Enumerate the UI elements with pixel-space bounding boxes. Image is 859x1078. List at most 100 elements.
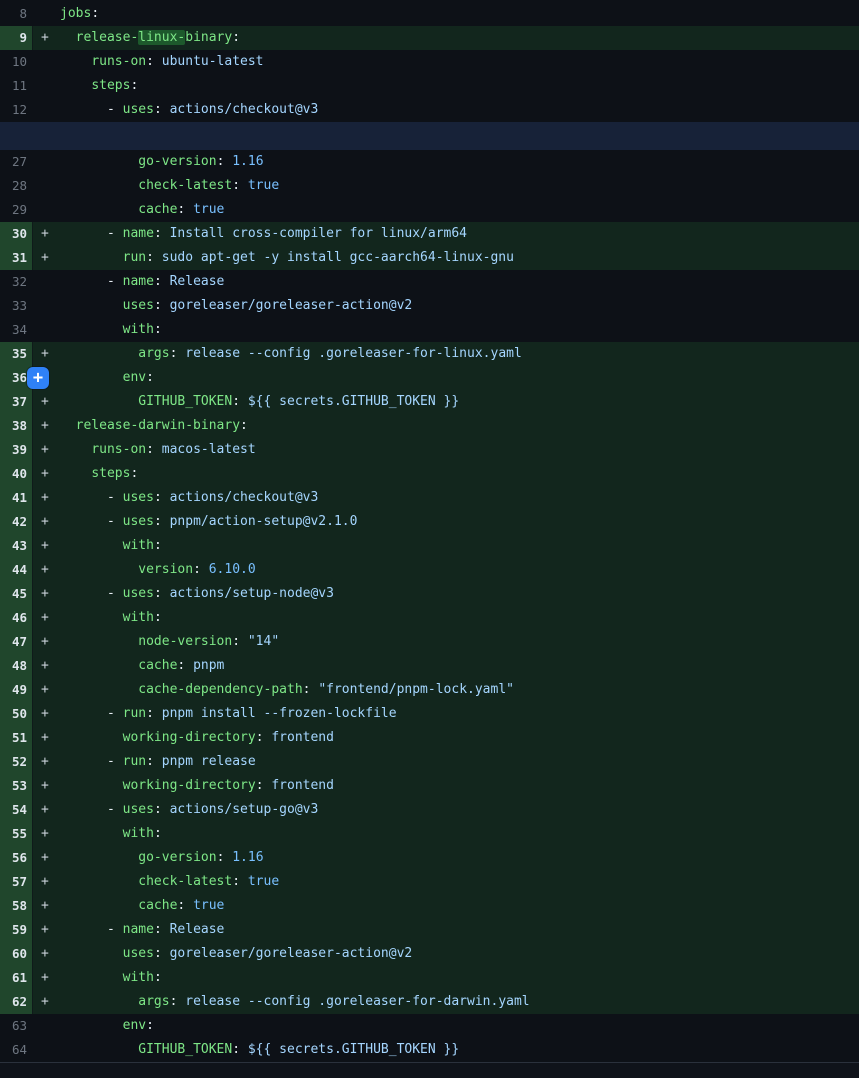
diff-line: 12 - uses: actions/checkout@v3 — [0, 98, 859, 122]
line-number[interactable]: 44 — [0, 558, 32, 582]
code-token: runs-on — [91, 442, 146, 457]
code-token: "14" — [248, 634, 279, 649]
line-number[interactable]: 34 — [0, 318, 32, 342]
line-number[interactable]: 59 — [0, 918, 32, 942]
code-token — [60, 394, 138, 409]
code-token: check-latest — [138, 178, 232, 193]
code-token: frontend — [271, 730, 334, 745]
line-number[interactable]: 51 — [0, 726, 32, 750]
diff-marker: + — [32, 726, 60, 750]
diff-line: 49 + cache-dependency-path: "frontend/pn… — [0, 678, 859, 702]
line-number[interactable]: 63 — [0, 1014, 32, 1038]
code-token — [60, 898, 138, 913]
code-text: check-latest: true — [60, 178, 279, 193]
code-token: : — [146, 754, 162, 769]
line-number[interactable]: 40 — [0, 462, 32, 486]
code-token: Release — [170, 922, 225, 937]
diff-line: 56 + go-version: 1.16 — [0, 846, 859, 870]
line-number[interactable]: 30 — [0, 222, 32, 246]
line-number[interactable]: 55 — [0, 822, 32, 846]
code-token: env — [123, 370, 146, 385]
line-number[interactable]: 64 — [0, 1038, 32, 1062]
code-token: cache — [138, 898, 177, 913]
line-number[interactable]: 60 — [0, 942, 32, 966]
line-number[interactable]: 58 — [0, 894, 32, 918]
line-number[interactable]: 39 — [0, 438, 32, 462]
line-number[interactable]: 54 — [0, 798, 32, 822]
code-token: : — [154, 538, 162, 553]
line-number[interactable]: 61 — [0, 966, 32, 990]
line-number[interactable]: 41 — [0, 486, 32, 510]
diff-marker: + — [32, 942, 60, 966]
code-line: + cache: pnpm — [32, 654, 859, 678]
code-token: uses — [123, 490, 154, 505]
line-number[interactable]: 42 — [0, 510, 32, 534]
code-token — [60, 850, 138, 865]
code-line: + with: — [32, 534, 859, 558]
diff-marker: + — [32, 558, 60, 582]
code-token: : — [232, 1042, 248, 1057]
line-number[interactable]: 56 — [0, 846, 32, 870]
code-token: 6.10.0 — [209, 562, 256, 577]
code-token: env — [123, 1018, 146, 1033]
line-number[interactable]: 31 — [0, 246, 32, 270]
code-text: args: release --config .goreleaser-for-l… — [60, 346, 522, 361]
code-text: - name: Release — [60, 922, 224, 937]
line-number[interactable]: 43 — [0, 534, 32, 558]
code-line: + cache: true — [32, 894, 859, 918]
line-number[interactable]: 27 — [0, 150, 32, 174]
code-text: with: — [60, 610, 162, 625]
diff-marker: + — [32, 678, 60, 702]
line-number[interactable]: 52 — [0, 750, 32, 774]
line-number[interactable]: 38 — [0, 414, 32, 438]
expand-hunk-row[interactable] — [0, 122, 859, 150]
code-token: release-darwin-binary — [76, 418, 240, 433]
code-token — [60, 78, 91, 93]
code-line: + args: release --config .goreleaser-for… — [32, 342, 859, 366]
line-number[interactable]: 49 — [0, 678, 32, 702]
code-token: : — [193, 562, 209, 577]
line-number[interactable]: 11 — [0, 74, 32, 98]
code-token: runs-on — [91, 54, 146, 69]
line-number[interactable]: 57 — [0, 870, 32, 894]
line-number[interactable]: 32 — [0, 270, 32, 294]
code-token — [60, 1018, 123, 1033]
diff-line: 37 + GITHUB_TOKEN: ${{ secrets.GITHUB_TO… — [0, 390, 859, 414]
diff-marker: + — [32, 390, 60, 414]
code-text: env: — [60, 1018, 154, 1033]
line-number[interactable]: 8 — [0, 2, 32, 26]
code-token: : — [130, 466, 138, 481]
line-number[interactable]: 46 — [0, 606, 32, 630]
add-comment-button[interactable]: + — [27, 367, 49, 389]
line-number[interactable]: 50 — [0, 702, 32, 726]
diff-marker: + — [32, 246, 60, 270]
code-token — [60, 466, 91, 481]
line-number[interactable]: 35 — [0, 342, 32, 366]
code-token: : — [177, 898, 193, 913]
code-token — [60, 370, 123, 385]
line-number[interactable]: 9 — [0, 26, 32, 50]
diff-line: 54 + - uses: actions/setup-go@v3 — [0, 798, 859, 822]
line-number[interactable]: 28 — [0, 174, 32, 198]
diff-marker: + — [32, 414, 60, 438]
line-number[interactable]: 29 — [0, 198, 32, 222]
line-number[interactable]: 62 — [0, 990, 32, 1014]
code-token — [60, 54, 91, 69]
code-line: + go-version: 1.16 — [32, 846, 859, 870]
diff-marker: + — [32, 26, 60, 50]
code-line: + - uses: actions/checkout@v3 — [32, 486, 859, 510]
line-number[interactable]: 37 — [0, 390, 32, 414]
line-number[interactable]: 48 — [0, 654, 32, 678]
line-number[interactable]: 47 — [0, 630, 32, 654]
line-number[interactable]: 53 — [0, 774, 32, 798]
line-number[interactable]: 33 — [0, 294, 32, 318]
line-number[interactable]: 45 — [0, 582, 32, 606]
code-token — [60, 298, 123, 313]
line-number[interactable]: 12 — [0, 98, 32, 122]
code-line: GITHUB_TOKEN: ${{ secrets.GITHUB_TOKEN }… — [32, 1038, 859, 1062]
code-token — [60, 178, 138, 193]
diff-line: 52 + - run: pnpm release — [0, 750, 859, 774]
code-token — [60, 346, 138, 361]
code-line: + with: — [32, 822, 859, 846]
line-number[interactable]: 10 — [0, 50, 32, 74]
